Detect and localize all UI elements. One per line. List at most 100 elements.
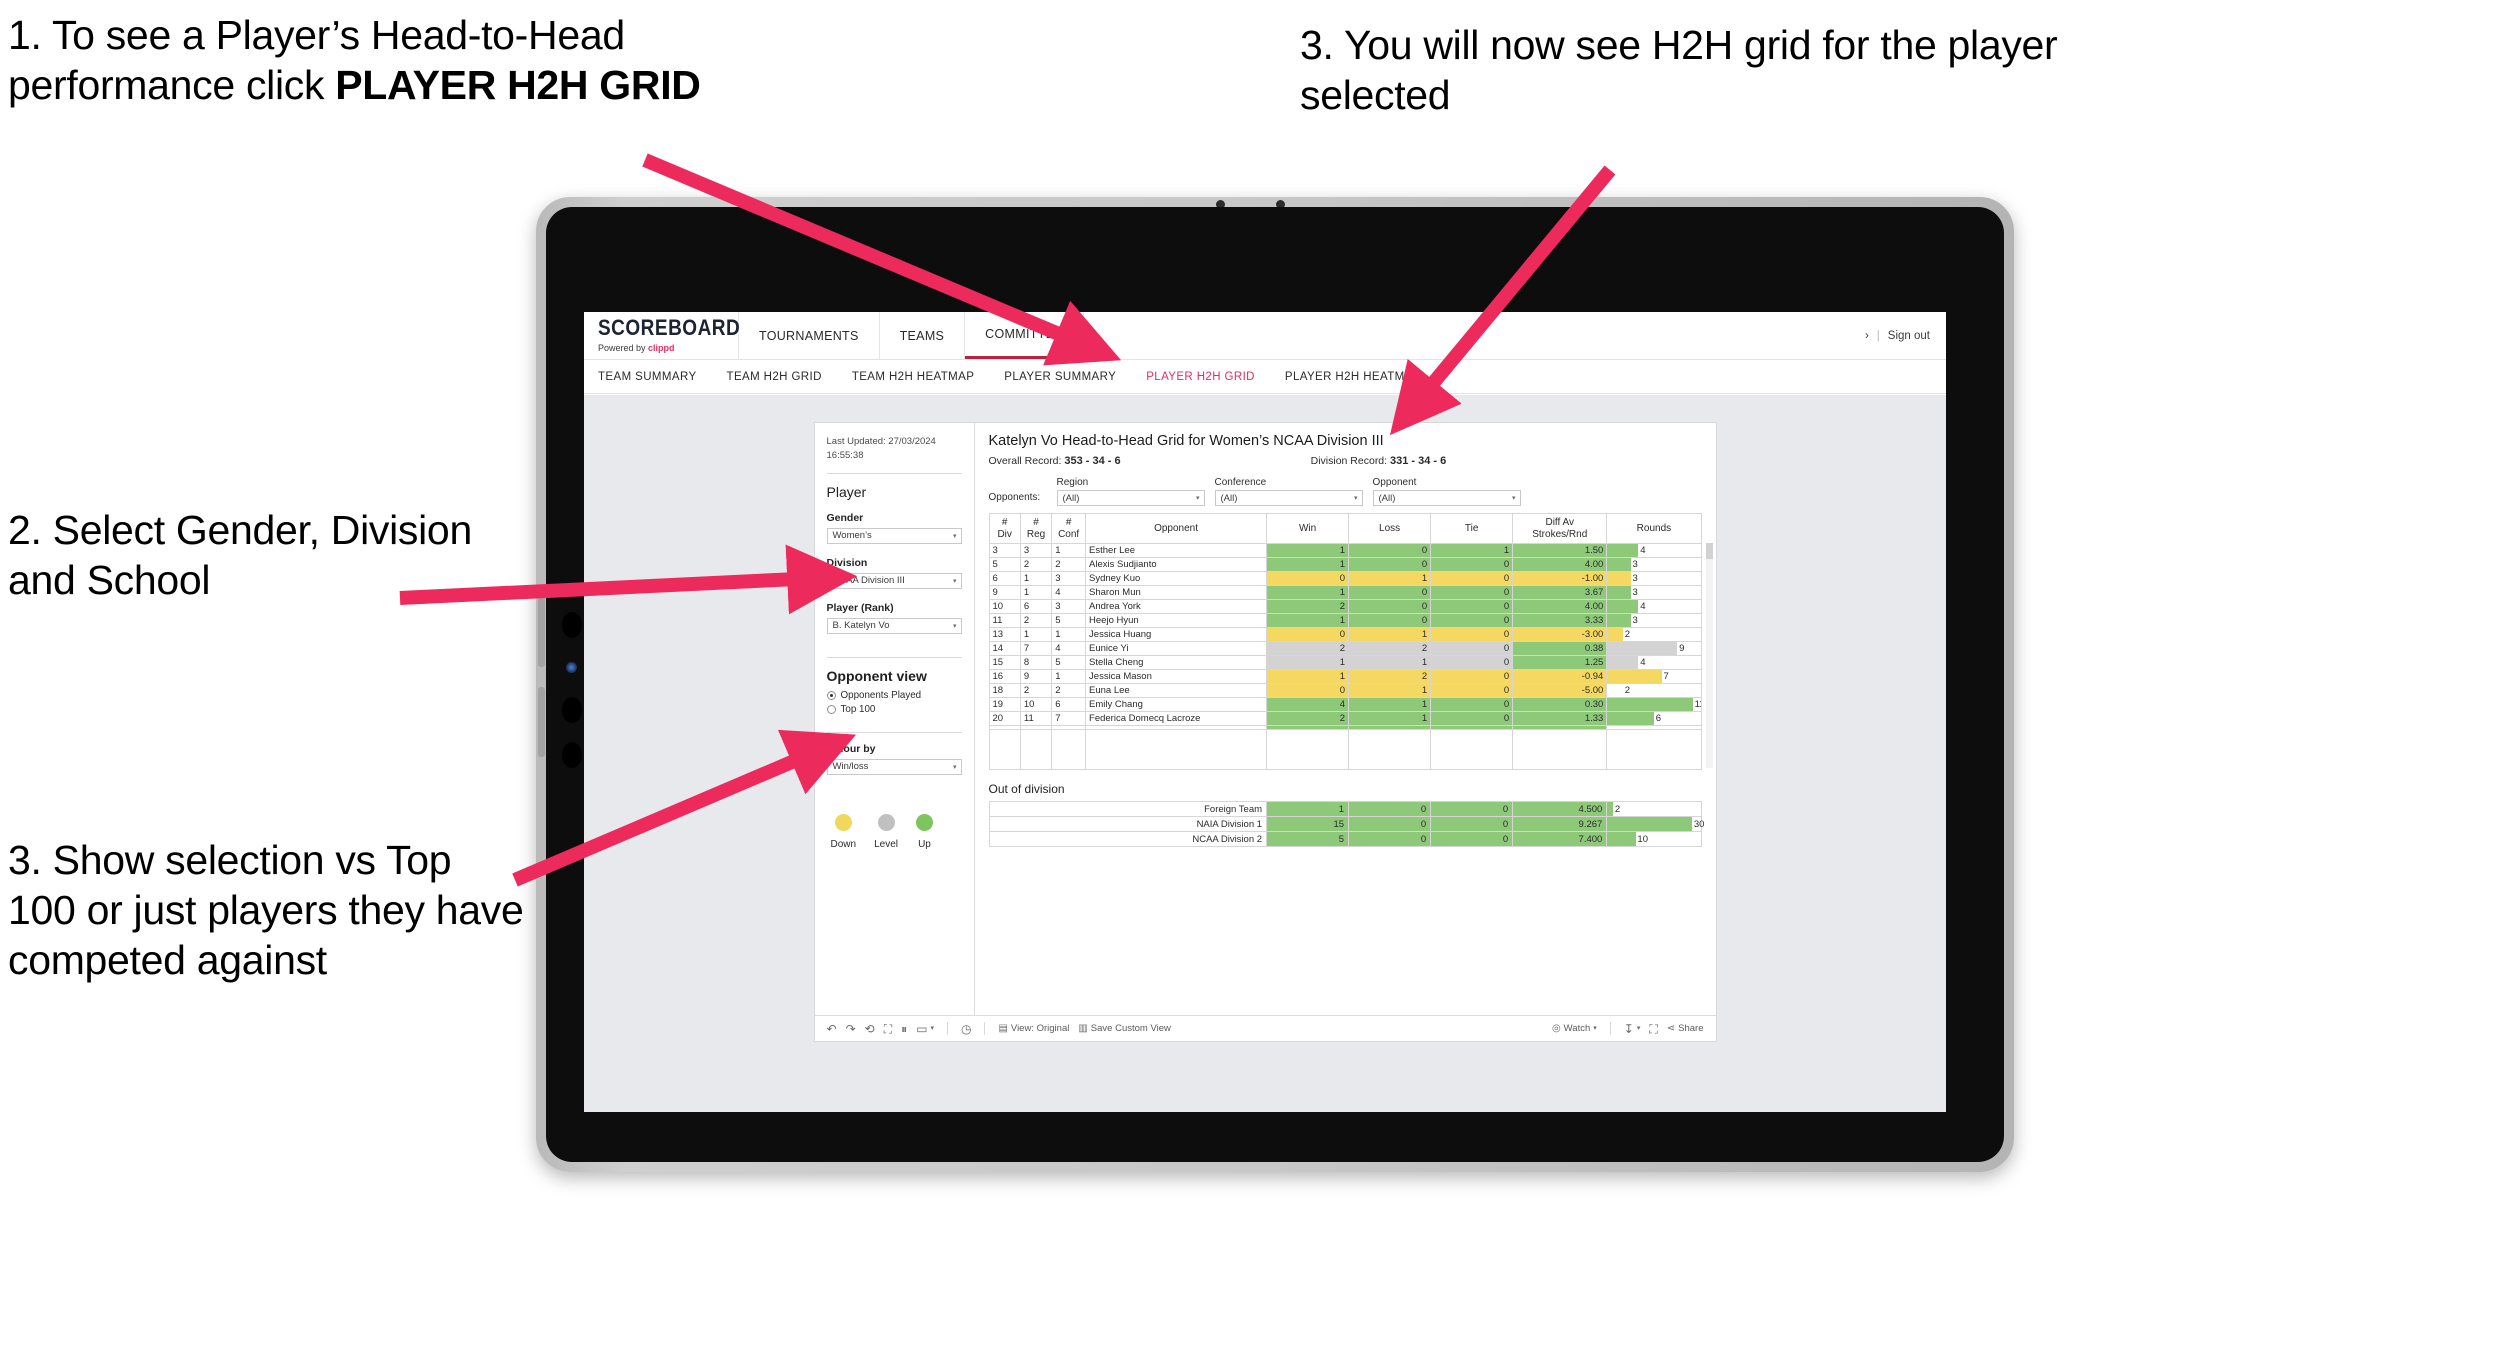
table-row[interactable]: 6 1 3 Sydney Kuo 0 1 0 -1.00 3 bbox=[988, 571, 1702, 586]
brand-logo[interactable]: SCOREBOARD Powered by clippd bbox=[584, 312, 741, 359]
radio-top-100[interactable]: Top 100 bbox=[826, 703, 962, 715]
opponent-filters: Opponents: Region (All) ▾ Conference (Al… bbox=[989, 477, 1702, 506]
table-row[interactable]: 14 7 4 Eunice Yi 2 2 0 0.38 9 bbox=[988, 641, 1702, 656]
conference-dropdown[interactable]: (All) ▾ bbox=[1214, 490, 1363, 506]
topnav-item-teams[interactable]: TEAMS bbox=[880, 312, 966, 359]
redo-icon[interactable]: ↷ bbox=[846, 1023, 856, 1035]
table-row[interactable]: 18 2 2 Euna Lee 0 1 0 -5.00 2 bbox=[988, 683, 1702, 698]
opponent-dropdown[interactable]: (All) ▾ bbox=[1372, 490, 1521, 506]
player-rank-dropdown[interactable]: B. Katelyn Vo ▾ bbox=[826, 617, 962, 634]
radio-top-100-label: Top 100 bbox=[840, 703, 876, 715]
share-button[interactable]: ⋖ Share bbox=[1667, 1023, 1704, 1034]
table-cell: 11 bbox=[988, 613, 1021, 628]
topnav-item-tournaments[interactable]: TOURNAMENTS bbox=[739, 312, 880, 359]
out-of-division-row[interactable]: Foreign Team 1 0 0 4.500 2 bbox=[988, 801, 1702, 817]
table-row[interactable]: 10 6 3 Andrea York 2 0 0 4.00 4 bbox=[988, 599, 1702, 614]
table-cell: 0 bbox=[1430, 816, 1514, 832]
volume-down-button[interactable] bbox=[538, 687, 545, 757]
legend-item-up: Up bbox=[915, 813, 933, 850]
table-header-row: # Div # Reg # Conf Opponent Win Loss Tie Diff Av St… bbox=[988, 513, 1702, 544]
subnav-item-player-h2h-heatmap[interactable]: PLAYER H2H HEATMAP bbox=[1285, 371, 1421, 383]
table-cell: 0 bbox=[1430, 585, 1514, 600]
volume-up-button[interactable] bbox=[538, 597, 545, 667]
subnav-item-team-h2h-grid[interactable]: TEAM H2H GRID bbox=[727, 371, 822, 383]
table-row[interactable]: 9 1 4 Sharon Mun 1 0 0 3.67 3 bbox=[988, 585, 1702, 600]
table-row[interactable]: 15 8 5 Stella Cheng 1 1 0 1.25 4 bbox=[988, 655, 1702, 670]
table-cell: 1 bbox=[1430, 543, 1514, 558]
table-cell: 3 bbox=[1051, 599, 1087, 614]
subnav-item-player-summary[interactable]: PLAYER SUMMARY bbox=[1004, 371, 1116, 383]
page-title: Katelyn Vo Head-to-Head Grid for Women’s… bbox=[988, 433, 1384, 449]
region-dropdown[interactable]: (All) ▾ bbox=[1056, 490, 1205, 506]
table-cell: Heejo Hyun bbox=[1085, 613, 1268, 628]
table-cell: 0 bbox=[1348, 557, 1432, 572]
scrollbar-thumb[interactable] bbox=[1705, 543, 1713, 559]
table-row[interactable]: 16 9 1 Jessica Mason 1 2 0 -0.94 7 bbox=[988, 669, 1702, 684]
toolbar-divider-1 bbox=[946, 1022, 948, 1035]
download-button[interactable]: ↧ ▾ bbox=[1624, 1023, 1641, 1035]
shape-tool[interactable]: ▭ ▾ bbox=[916, 1023, 934, 1035]
save-custom-view-button[interactable]: ▥ Save Custom View bbox=[1078, 1023, 1171, 1034]
pause-icon[interactable]: ⏸ bbox=[901, 1023, 907, 1035]
table-cell: 0 bbox=[1266, 627, 1350, 642]
legend-label-down: Down bbox=[830, 838, 857, 850]
table-row[interactable]: 20 11 7 Federica Domecq Lacroze 2 1 0 1.33 6 bbox=[988, 711, 1702, 726]
colour-by-dropdown[interactable]: Win/loss ▾ bbox=[826, 758, 962, 775]
table-cell: Eunice Yi bbox=[1085, 641, 1268, 656]
chevron-right-icon[interactable]: › bbox=[1865, 330, 1869, 342]
rounds-bar bbox=[1607, 558, 1631, 571]
table-cell: 5 bbox=[1051, 613, 1087, 628]
watch-button[interactable]: ◎ Watch ▾ bbox=[1552, 1023, 1597, 1034]
sign-out-link[interactable]: Sign out bbox=[1888, 330, 1930, 342]
topnav-item-committee[interactable]: COMMITTEE bbox=[965, 312, 1084, 359]
view-original-button[interactable]: ▤ View: Original bbox=[998, 1023, 1069, 1034]
rounds-value: 3 bbox=[1632, 559, 1638, 570]
rounds-bar bbox=[1607, 586, 1631, 599]
table-scrollbar[interactable] bbox=[1705, 543, 1713, 768]
tablet-screen: SCOREBOARD Powered by clippd TOURNAMENTS… bbox=[546, 207, 2004, 1162]
powered-by-text: Powered by bbox=[598, 342, 649, 353]
rounds-value: 3 bbox=[1632, 573, 1638, 584]
table-cell: -1.00 bbox=[1512, 571, 1608, 586]
rounds-value: 3 bbox=[1632, 587, 1638, 598]
table-cell: 20 bbox=[988, 711, 1021, 726]
refresh-icon[interactable]: ⛶ bbox=[884, 1023, 892, 1035]
fullscreen-icon[interactable]: ⛶ bbox=[1649, 1023, 1657, 1035]
table-cell: 0 bbox=[1348, 816, 1432, 832]
table-row[interactable]: 19106Emily Chang4100.3011 bbox=[988, 697, 1702, 712]
subnav-item-team-summary[interactable]: TEAM SUMMARY bbox=[598, 371, 697, 383]
conference-filter: Conference (All) ▾ bbox=[1214, 477, 1363, 506]
table-cell: Federica Domecq Lacroze bbox=[1085, 711, 1268, 726]
table-cell: Esther Lee bbox=[1085, 543, 1268, 558]
division-dropdown[interactable]: NCAA Division III ▾ bbox=[826, 572, 962, 589]
rounds-value: 9 bbox=[1679, 643, 1685, 654]
table-cell: 7.400 bbox=[1512, 831, 1608, 847]
table-row[interactable]: 13 1 1 Jessica Huang 0 1 0 -3.00 2 bbox=[988, 627, 1702, 642]
table-row[interactable]: 3 3 1 Esther Lee 1 0 1 1.50 4 bbox=[988, 543, 1702, 558]
brand-title: SCOREBOARD bbox=[598, 315, 741, 341]
rounds-bar bbox=[1607, 572, 1631, 585]
table-cell: 9.267 bbox=[1512, 816, 1608, 832]
radio-opponents-played[interactable]: Opponents Played bbox=[826, 690, 962, 701]
table-cell: 6 bbox=[1051, 697, 1087, 712]
subnav-item-team-h2h-heatmap[interactable]: TEAM H2H HEATMAP bbox=[852, 371, 974, 383]
table-cell: 11 bbox=[1019, 711, 1053, 726]
table-row[interactable]: 5 2 2 Alexis Sudjianto 1 0 0 4.00 3 bbox=[988, 557, 1702, 572]
table-cell: 2 bbox=[1348, 641, 1432, 656]
undo-icon[interactable]: ↶ bbox=[827, 1023, 837, 1035]
table-cell: Stella Cheng bbox=[1085, 655, 1268, 670]
gender-dropdown[interactable]: Women’s ▾ bbox=[826, 527, 962, 544]
overall-record-label: Overall Record: bbox=[988, 455, 1065, 467]
rounds-bar-cell: 3 bbox=[1606, 571, 1702, 586]
table-cell: 9 bbox=[1019, 669, 1053, 684]
table-cell: 0 bbox=[1430, 669, 1514, 684]
revert-icon[interactable]: ⟲ bbox=[865, 1023, 875, 1035]
division-record-label: Division Record: bbox=[1310, 455, 1390, 467]
subnav-item-player-h2h-grid[interactable]: PLAYER H2H GRID bbox=[1146, 371, 1255, 383]
clock-icon[interactable]: ◷ bbox=[961, 1023, 971, 1035]
out-of-division-row[interactable]: NAIA Division 1 15 0 0 9.267 30 bbox=[988, 816, 1704, 832]
rounds-bar bbox=[1607, 614, 1631, 627]
table-cell: 3 bbox=[988, 543, 1021, 558]
out-of-division-row[interactable]: NCAA Division 2 5 0 0 7.400 10 bbox=[988, 831, 1702, 847]
table-row[interactable]: 11 2 5 Heejo Hyun 1 0 0 3.33 3 bbox=[988, 613, 1702, 628]
